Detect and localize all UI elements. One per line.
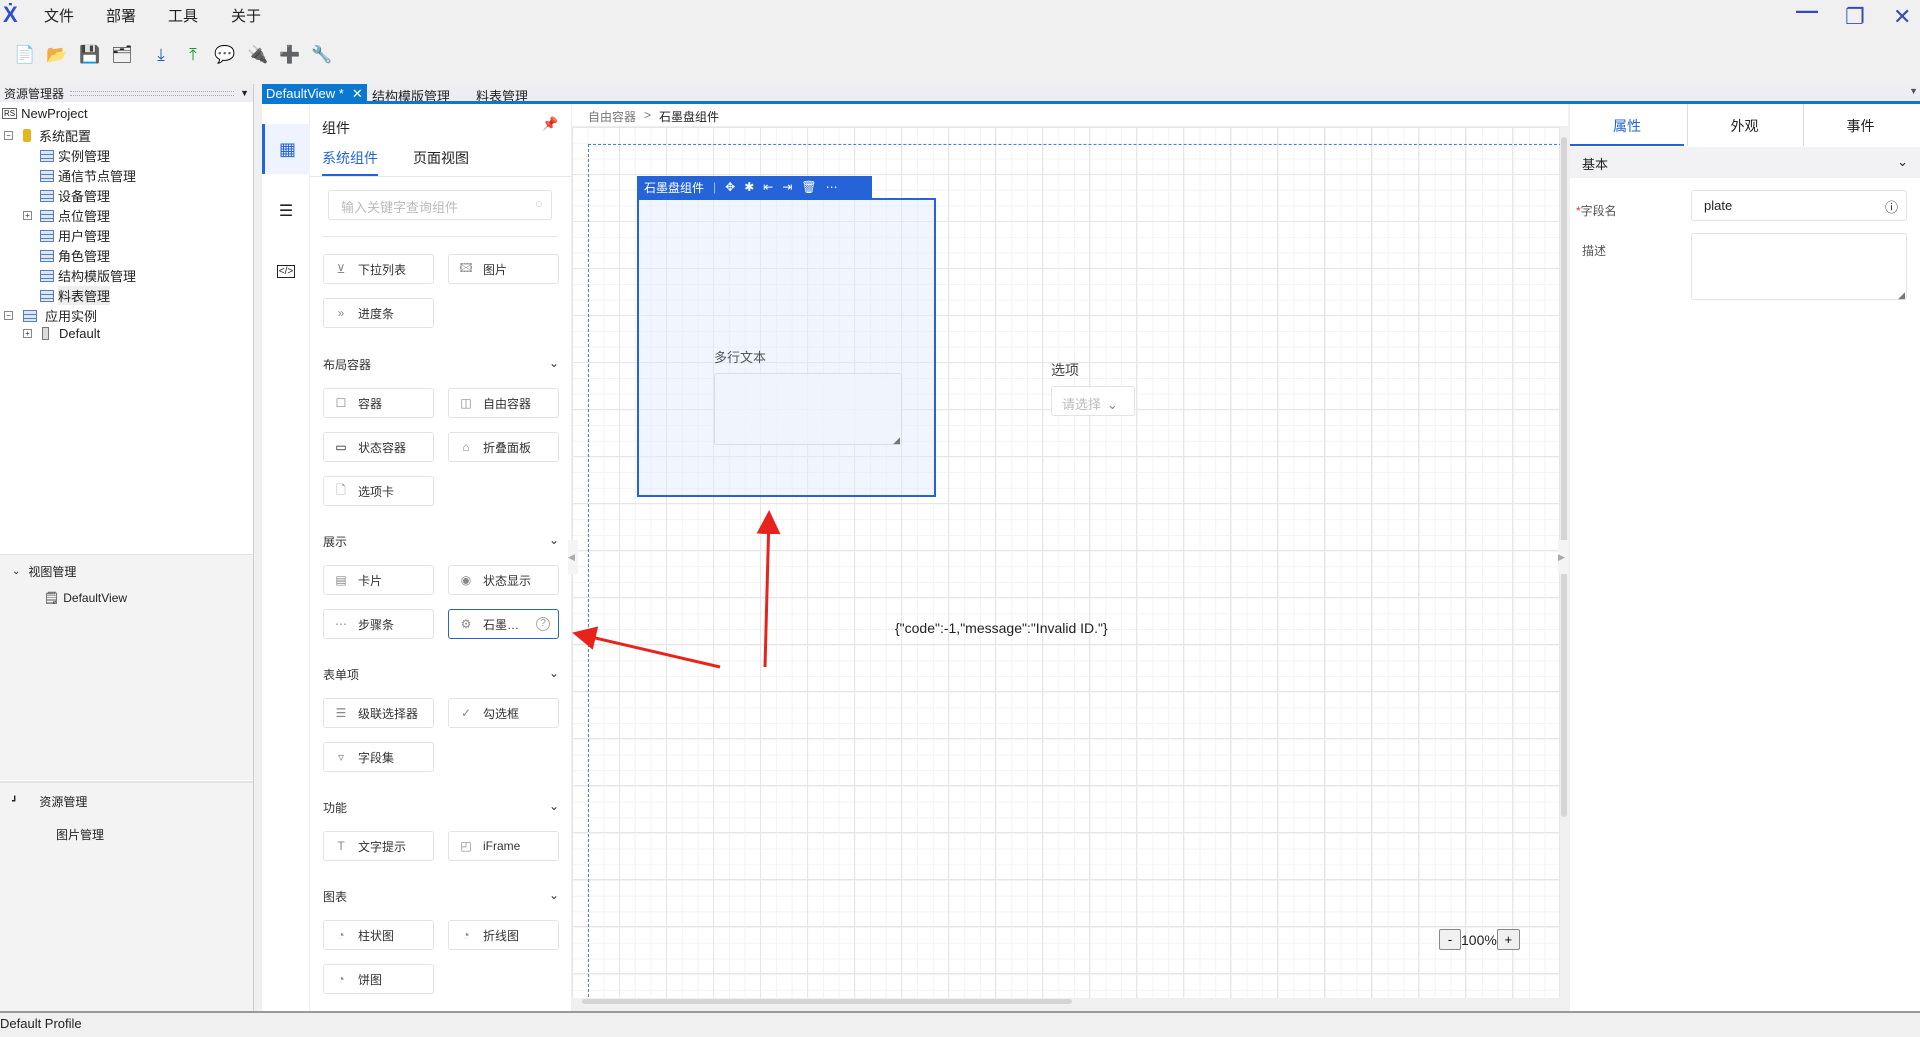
section-basic[interactable]: 基本 ⌄ (1570, 147, 1920, 178)
description-label: 描述 (1582, 244, 1607, 258)
arrow-to-plate (756, 510, 781, 668)
tab-properties[interactable]: 属性 (1570, 104, 1684, 146)
zoom-level: 100% (1461, 931, 1497, 948)
label-text: 字段名 (1580, 204, 1617, 218)
description-textarea[interactable]: ◢ (1691, 233, 1907, 300)
field-name-input[interactable]: plate ⓘ (1691, 190, 1907, 221)
zoom-in-button[interactable]: + (1496, 929, 1520, 950)
tab-appearance[interactable]: 外观 (1687, 104, 1801, 146)
field-name-label: *字段名 (1576, 202, 1617, 219)
field-value: plate (1704, 198, 1733, 213)
tab-events[interactable]: 事件 (1803, 104, 1917, 146)
zoom-controls: - 100% + (1439, 929, 1520, 950)
zoom-out-button[interactable]: - (1439, 929, 1461, 950)
info-icon[interactable]: ⓘ (1885, 197, 1898, 216)
section-title: 基本 (1582, 157, 1609, 172)
resize-handle-icon[interactable]: ◢ (1898, 290, 1905, 301)
arrow-to-component (572, 626, 721, 669)
chevron-down-icon: ⌄ (1897, 154, 1908, 169)
properties-panel: 属性 外观 事件 基本 ⌄ *字段名 plate ⓘ 描述 ◢ (1570, 104, 1920, 1011)
